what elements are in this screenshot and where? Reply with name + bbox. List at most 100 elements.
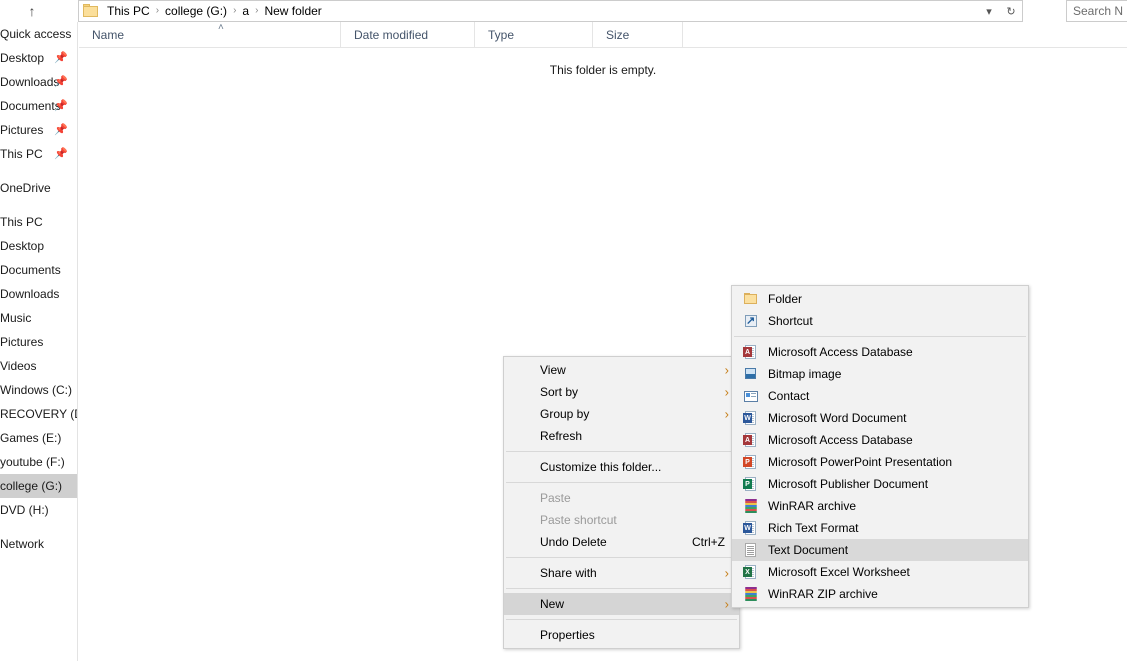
access-database-icon: A — [743, 344, 759, 360]
sidebar-item-label: OneDrive — [0, 181, 51, 195]
sidebar-item[interactable]: Documents 📌 — [0, 94, 77, 118]
new-submenu-item-label: Microsoft Access Database — [768, 345, 913, 359]
new-submenu-item-label: Bitmap image — [768, 367, 842, 381]
sidebar-item[interactable]: Desktop — [0, 234, 77, 258]
sidebar-item[interactable]: Pictures 📌 — [0, 118, 77, 142]
sidebar-item[interactable]: This PC 📌 — [0, 142, 77, 166]
sidebar-item-label: Pictures — [0, 123, 44, 137]
new-submenu-item[interactable]: Contact — [732, 385, 1028, 407]
column-header-label: Date modified — [354, 27, 429, 42]
breadcrumb: This PC › college (G:) › a › New folder — [102, 1, 327, 21]
new-submenu-item[interactable]: A Microsoft Access Database — [732, 429, 1028, 451]
empty-folder-message: This folder is empty. — [549, 63, 657, 77]
context-menu[interactable]: View › Sort by › Group by › Refresh Customize t… — [503, 356, 740, 649]
sidebar-item-label: college (G:) — [0, 479, 63, 493]
column-header[interactable]: Name — [79, 21, 341, 48]
sidebar-item[interactable]: Documents — [0, 258, 77, 282]
column-header[interactable]: Date modified — [341, 21, 475, 48]
breadcrumb-item[interactable]: This PC — [102, 1, 155, 21]
sidebar-item[interactable]: Desktop 📌 — [0, 46, 77, 70]
sidebar-item[interactable]: Downloads 📌 — [0, 70, 77, 94]
search-placeholder: Search N — [1073, 4, 1124, 18]
sidebar-item[interactable]: Network — [0, 532, 77, 556]
breadcrumb-item[interactable]: college (G:) — [160, 1, 232, 21]
chevron-down-icon[interactable]: ▾ — [978, 1, 1000, 21]
new-submenu-item-label: Shortcut — [768, 314, 813, 328]
new-submenu-item[interactable]: A Microsoft Access Database — [732, 341, 1028, 363]
nav-group-gap — [0, 166, 77, 176]
contact-icon — [743, 388, 759, 404]
sidebar-item[interactable]: OneDrive — [0, 176, 77, 200]
column-header[interactable]: Type — [475, 21, 593, 48]
sidebar-item[interactable]: Quick access — [0, 22, 77, 46]
sidebar-item[interactable]: RECOVERY (D:) — [0, 402, 77, 426]
new-submenu-item[interactable]: W Rich Text Format — [732, 517, 1028, 539]
publisher-icon: P — [743, 476, 759, 492]
context-menu-item-label: Paste shortcut — [540, 513, 617, 527]
refresh-icon[interactable]: ↻ — [1000, 1, 1022, 21]
sidebar-item[interactable]: youtube (F:) — [0, 450, 77, 474]
sidebar-item[interactable]: DVD (H:) — [0, 498, 77, 522]
column-header[interactable]: Size — [593, 21, 683, 48]
sidebar-item-label: Documents — [0, 99, 61, 113]
word-document-icon: W — [743, 410, 759, 426]
new-submenu-item[interactable]: ↗ Shortcut — [732, 310, 1028, 332]
sidebar-item[interactable]: Pictures — [0, 330, 77, 354]
new-submenu[interactable]: Folder ↗ Shortcut A Microsoft Access Databas… — [731, 285, 1029, 608]
new-submenu-item[interactable]: X Microsoft Excel Worksheet — [732, 561, 1028, 583]
new-submenu-item[interactable]: Bitmap image — [732, 363, 1028, 385]
context-menu-item[interactable]: New › — [504, 593, 739, 615]
menu-separator — [506, 451, 737, 452]
context-menu-item[interactable]: Properties — [504, 624, 739, 646]
sidebar-item[interactable]: Windows (C:) — [0, 378, 77, 402]
sidebar-item-label: Network — [0, 537, 45, 551]
pin-icon[interactable]: 📌 — [54, 100, 68, 112]
new-submenu-item[interactable]: WinRAR archive — [732, 495, 1028, 517]
context-menu-item[interactable]: Refresh — [504, 425, 739, 447]
sidebar-item-label: Videos — [0, 359, 37, 373]
sidebar-item-label: Pictures — [0, 335, 44, 349]
pin-icon[interactable]: 📌 — [54, 148, 68, 160]
sidebar-item[interactable]: Games (E:) — [0, 426, 77, 450]
context-menu-item[interactable]: Group by › — [504, 403, 739, 425]
sidebar-item-label: Desktop — [0, 51, 45, 65]
text-document-icon — [743, 542, 759, 558]
new-submenu-item[interactable]: WinRAR ZIP archive — [732, 583, 1028, 605]
pin-icon[interactable]: 📌 — [54, 124, 68, 136]
chevron-right-icon: › — [724, 565, 729, 581]
context-menu-item-label: View — [540, 363, 566, 377]
new-submenu-item[interactable]: P Microsoft PowerPoint Presentation — [732, 451, 1028, 473]
new-submenu-item[interactable]: W Microsoft Word Document — [732, 407, 1028, 429]
search-input[interactable]: Search N — [1066, 0, 1127, 22]
sidebar-item[interactable]: Music — [0, 306, 77, 330]
sidebar-item-label: Games (E:) — [0, 431, 62, 445]
sidebar-item[interactable]: college (G:) — [0, 474, 77, 498]
menu-separator — [506, 619, 737, 620]
context-menu-item[interactable]: Customize this folder... — [504, 456, 739, 478]
new-submenu-item[interactable]: Text Document — [732, 539, 1028, 561]
bitmap-image-icon — [743, 366, 759, 382]
new-submenu-item[interactable]: Folder — [732, 288, 1028, 310]
file-explorer-window: ↑ This PC › college (G:) › a › New folder ▾ ↻ … — [0, 0, 1127, 661]
context-menu-item[interactable]: Undo Delete Ctrl+Z — [504, 531, 739, 553]
breadcrumb-item[interactable]: a — [237, 1, 254, 21]
context-menu-item-label: Refresh — [540, 429, 583, 443]
context-menu-item[interactable]: Sort by › — [504, 381, 739, 403]
pin-icon[interactable]: 📌 — [54, 52, 68, 64]
winrar-archive-icon — [743, 498, 759, 514]
sidebar-item[interactable]: Downloads — [0, 282, 77, 306]
sidebar-item[interactable]: Videos — [0, 354, 77, 378]
context-menu-item[interactable]: View › — [504, 359, 739, 381]
menu-separator — [506, 588, 737, 589]
context-menu-item[interactable]: Share with › — [504, 562, 739, 584]
up-arrow-icon[interactable]: ↑ — [22, 1, 42, 21]
column-header-label: Size — [606, 27, 630, 42]
sidebar-item[interactable]: This PC — [0, 210, 77, 234]
context-menu-item: Paste shortcut — [504, 509, 739, 531]
new-submenu-item[interactable]: P Microsoft Publisher Document — [732, 473, 1028, 495]
column-header-row: Name Date modified Type Size ˄ — [79, 21, 1127, 48]
pin-icon[interactable]: 📌 — [54, 76, 68, 88]
address-path-box[interactable]: This PC › college (G:) › a › New folder ▾ ↻ — [78, 0, 1023, 22]
navigation-pane[interactable]: Quick access Desktop 📌 Downloads 📌 Documents 📌… — [0, 22, 78, 661]
breadcrumb-item[interactable]: New folder — [259, 1, 326, 21]
